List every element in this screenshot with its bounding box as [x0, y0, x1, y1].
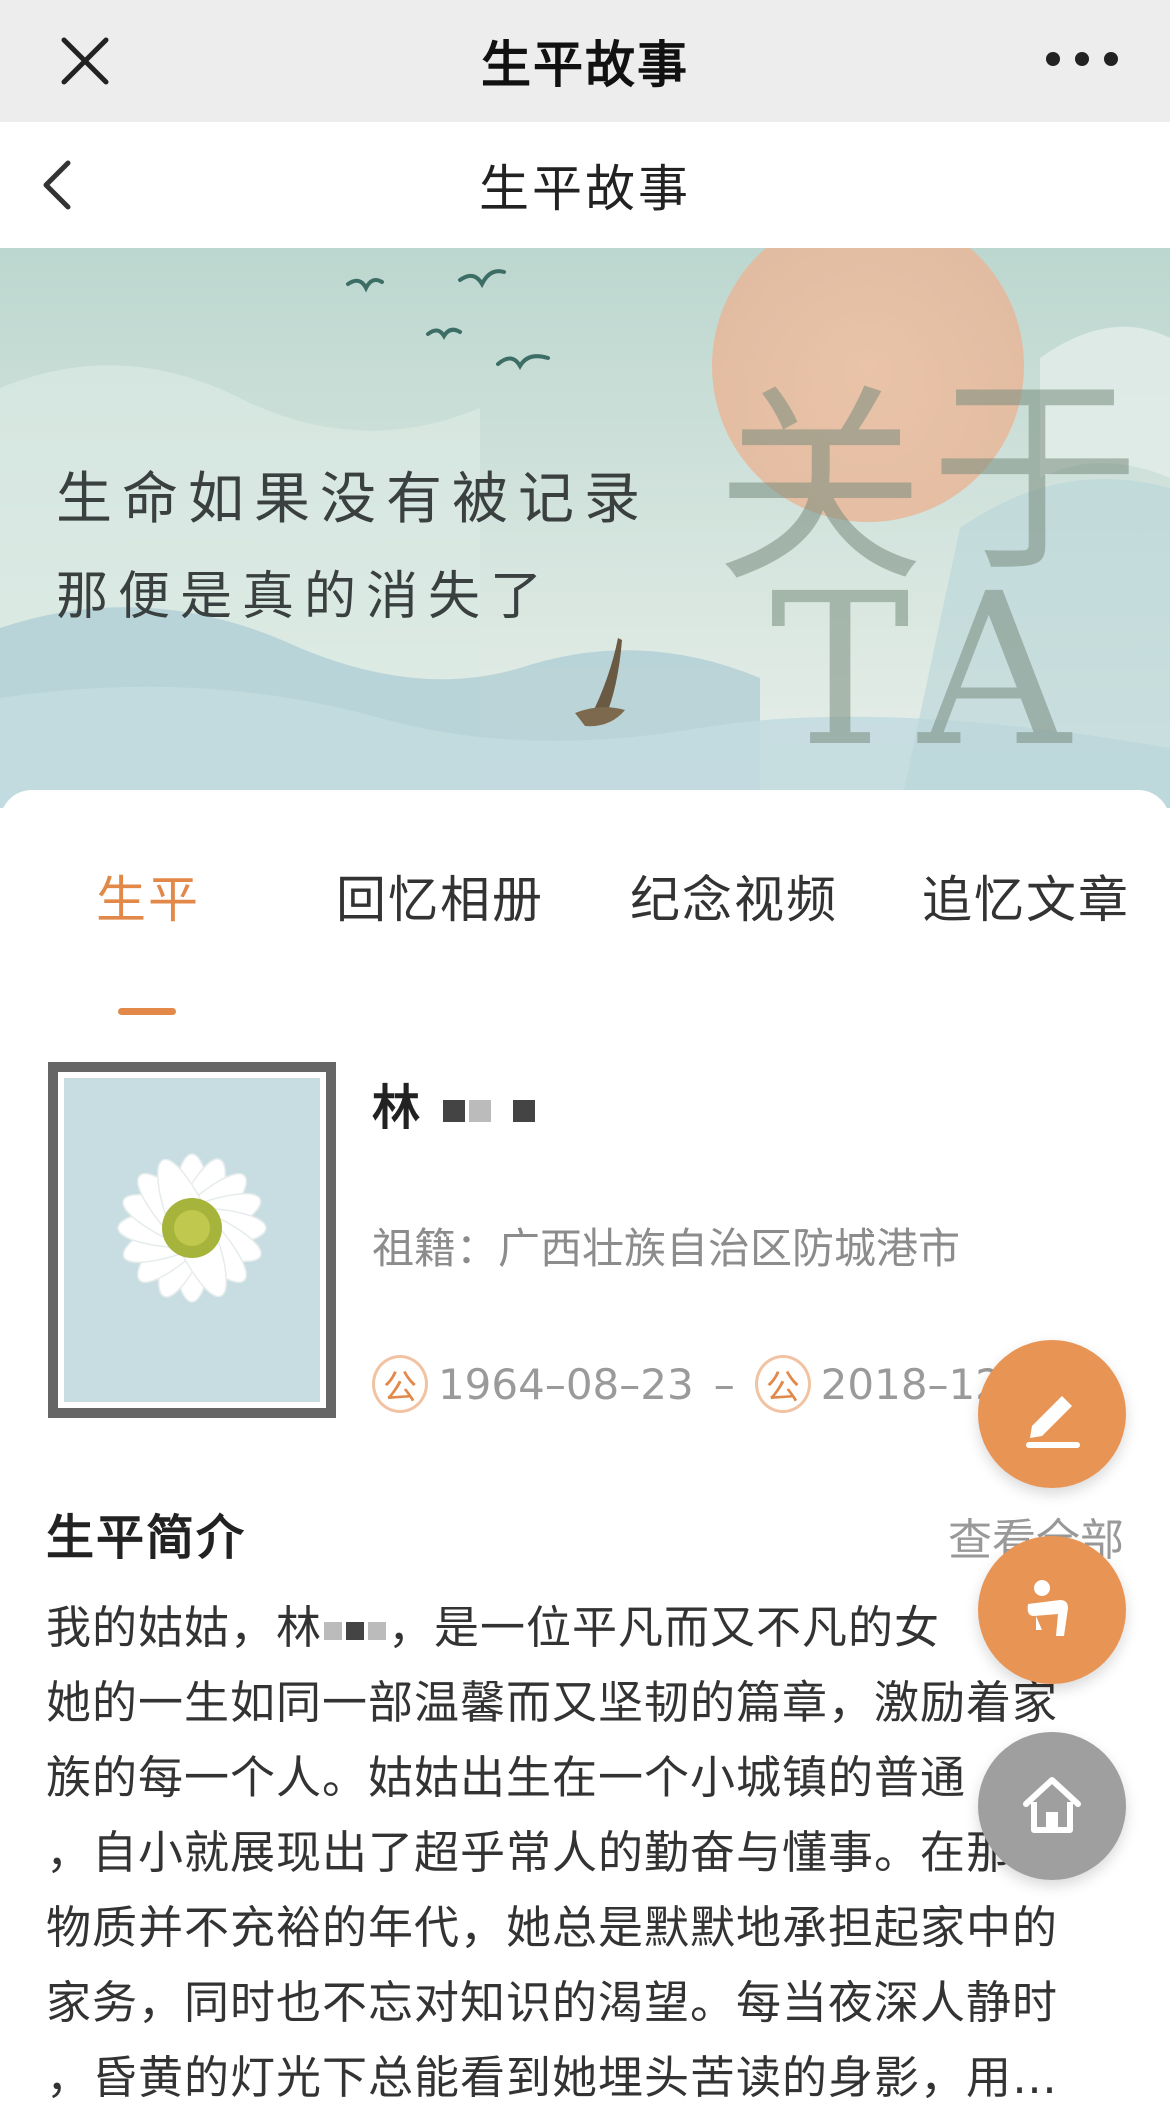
pay-respects-button[interactable] [978, 1536, 1126, 1684]
deceased-name: 林 [372, 1068, 537, 1138]
banner-decor-ta: TA [770, 548, 1091, 793]
edit-button[interactable] [978, 1340, 1126, 1488]
back-arrow-icon[interactable] [30, 155, 90, 215]
more-options-icon[interactable] [1046, 44, 1118, 74]
bio-text: 我的姑姑，林 ，是一位平凡而又不凡的女 她的一生如同一部温馨而又坚韧的篇章，激励着… [46, 1590, 1126, 2115]
banner-line-1: 生命如果没有被记录 [56, 467, 650, 532]
pencil-icon [1026, 1396, 1080, 1448]
active-tab-indicator [118, 1008, 176, 1015]
bio-section-title: 生平简介 [46, 1510, 247, 1566]
tab-bar: 生平 回忆相册 纪念视频 追忆文章 [0, 860, 1170, 1015]
bio-line: 物质并不充裕的年代，她总是默默地承担起家中的 [46, 1901, 1059, 1954]
bio-line: ，自小就展现出了超乎常人的勤奋与懂事。在那 [46, 1826, 1013, 1879]
bio-line: 她的一生如同一部温馨而又坚韧的篇章，激励着家 [46, 1676, 1059, 1729]
date-separator: – [713, 1359, 735, 1409]
wechat-top-bar: 生平故事 [0, 0, 1170, 122]
daisy-image [64, 1078, 320, 1402]
banner-line-2: 那便是真的消失了 [56, 567, 553, 627]
page-header: 生平故事 [0, 122, 1170, 248]
portrait-photo [64, 1078, 320, 1402]
bio-line: 家务，同时也不忘对知识的渴望。每当夜深人静时 [46, 1976, 1059, 2029]
home-button[interactable] [978, 1732, 1126, 1880]
gregorian-badge-icon: 公 [372, 1355, 428, 1413]
wechat-title: 生平故事 [481, 36, 689, 94]
tab-album[interactable]: 回忆相册 [336, 860, 544, 932]
gregorian-badge-icon: 公 [754, 1355, 811, 1413]
ancestral-home: 祖籍：广西壮族自治区防城港市 [372, 1224, 961, 1273]
death-date: 2018–12 [820, 1359, 1002, 1409]
bio-line: 我的姑姑，林 ，是一位平凡而又不凡的女 [46, 1601, 941, 1654]
close-icon[interactable] [52, 28, 118, 94]
banner: 关 于 TA 生命如果没有被记录 那便是真的消失了 [0, 248, 1170, 808]
tab-video[interactable]: 纪念视频 [630, 860, 838, 932]
bio-line: 族的每一个人。姑姑出生在一个小城镇的普通 [46, 1751, 967, 1804]
home-icon [1023, 1777, 1081, 1833]
page-title: 生平故事 [479, 160, 691, 218]
life-dates: 公 1964–08–23 – 公 2018–12 [372, 1355, 1002, 1413]
tab-life[interactable]: 生平 [96, 860, 200, 932]
portrait-frame[interactable] [48, 1062, 336, 1418]
birth-date: 1964–08–23 [437, 1359, 694, 1409]
bio-line: ，昏黄的灯光下总能看到她埋头苦读的身影，用… [46, 2051, 1059, 2104]
tab-articles[interactable]: 追忆文章 [922, 860, 1130, 932]
bowing-person-icon [1027, 1580, 1068, 1636]
